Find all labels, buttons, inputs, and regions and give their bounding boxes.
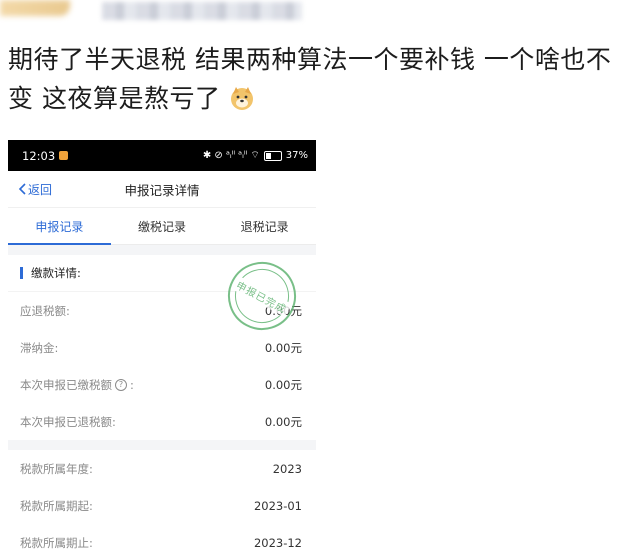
tab-refund-records[interactable]: 退税记录 [213,208,316,244]
back-button[interactable]: 返回 [18,181,52,198]
detail-row: 本次申报已退税额: 0.00元 [8,403,316,440]
row-label: 本次申报已缴税额 [20,377,112,392]
battery-icon [263,150,282,161]
row-label-colon: : [130,377,134,392]
row-value: 2023 [272,461,302,476]
blurred-username [102,2,302,20]
row-value: 2023-01 [253,498,302,513]
tab-payment-records[interactable]: 缴税记录 [111,208,214,244]
section-accent-bar [20,267,23,279]
status-time: 12:03 [22,148,56,163]
detail-row: 税款所属期止: 2023-12 [8,524,316,556]
blurred-avatar [0,0,70,16]
row-label-with-help: 本次申报已缴税额 ? : [20,377,134,393]
detail-row: 本次申报已缴税额 ? : 0.00元 [8,366,316,403]
question-mark-icon[interactable]: ? [115,378,127,391]
chevron-left-icon [18,183,26,195]
back-label: 返回 [28,182,53,197]
row-value: 2023-12 [253,535,302,550]
row-label: 本次申报已退税额: [20,414,116,429]
row-label: 滞纳金: [20,340,59,355]
row-label: 税款所属期止: [20,535,93,550]
row-value: 0.00元 [264,377,302,392]
row-value: 0.00元 [264,340,302,355]
row-label: 应退税额: [20,303,70,318]
tab-declaration-records[interactable]: 申报记录 [8,208,111,245]
signal-wifi-icons: ✱ ⊘ ᵃᵢˡˡ ᵃᵢˡˡ ⌔ [202,150,260,161]
phone-screenshot: 12:03 ✱ ⊘ ᵃᵢˡˡ ᵃᵢˡˡ ⌔ 37% 返回 申报记录详情 申报记录… [8,140,316,556]
battery-percent: 37% [285,150,308,161]
post-text-body: 期待了半天退税 结果两种算法一个要补钱 一个啥也不变 这夜算是熬亏了 [8,45,612,113]
nav-bar: 返回 申报记录详情 [8,171,316,208]
tab-bar: 申报记录 缴税记录 退税记录 [8,208,316,245]
row-value: 0.00元 [264,414,302,429]
detail-row: 税款所属期起: 2023-01 [8,487,316,524]
row-label: 税款所属年度: [20,461,93,476]
stamp-text: 申报已完成 [232,275,292,317]
post-text: 期待了半天退税 结果两种算法一个要补钱 一个啥也不变 这夜算是熬亏了 [8,40,633,118]
detail-row: 税款所属年度: 2023 [8,450,316,487]
doge-emoji-icon [229,83,255,110]
page-title: 申报记录详情 [124,182,200,198]
app-notification-icon [59,151,69,160]
detail-row: 滞纳金: 0.00元 [8,329,316,366]
section-title: 缴款详情: [31,266,81,280]
section-gap [8,245,316,255]
row-label: 税款所属期起: [20,498,93,513]
section-gap [8,440,316,450]
status-bar: 12:03 ✱ ⊘ ᵃᵢˡˡ ᵃᵢˡˡ ⌔ 37% [8,140,316,171]
